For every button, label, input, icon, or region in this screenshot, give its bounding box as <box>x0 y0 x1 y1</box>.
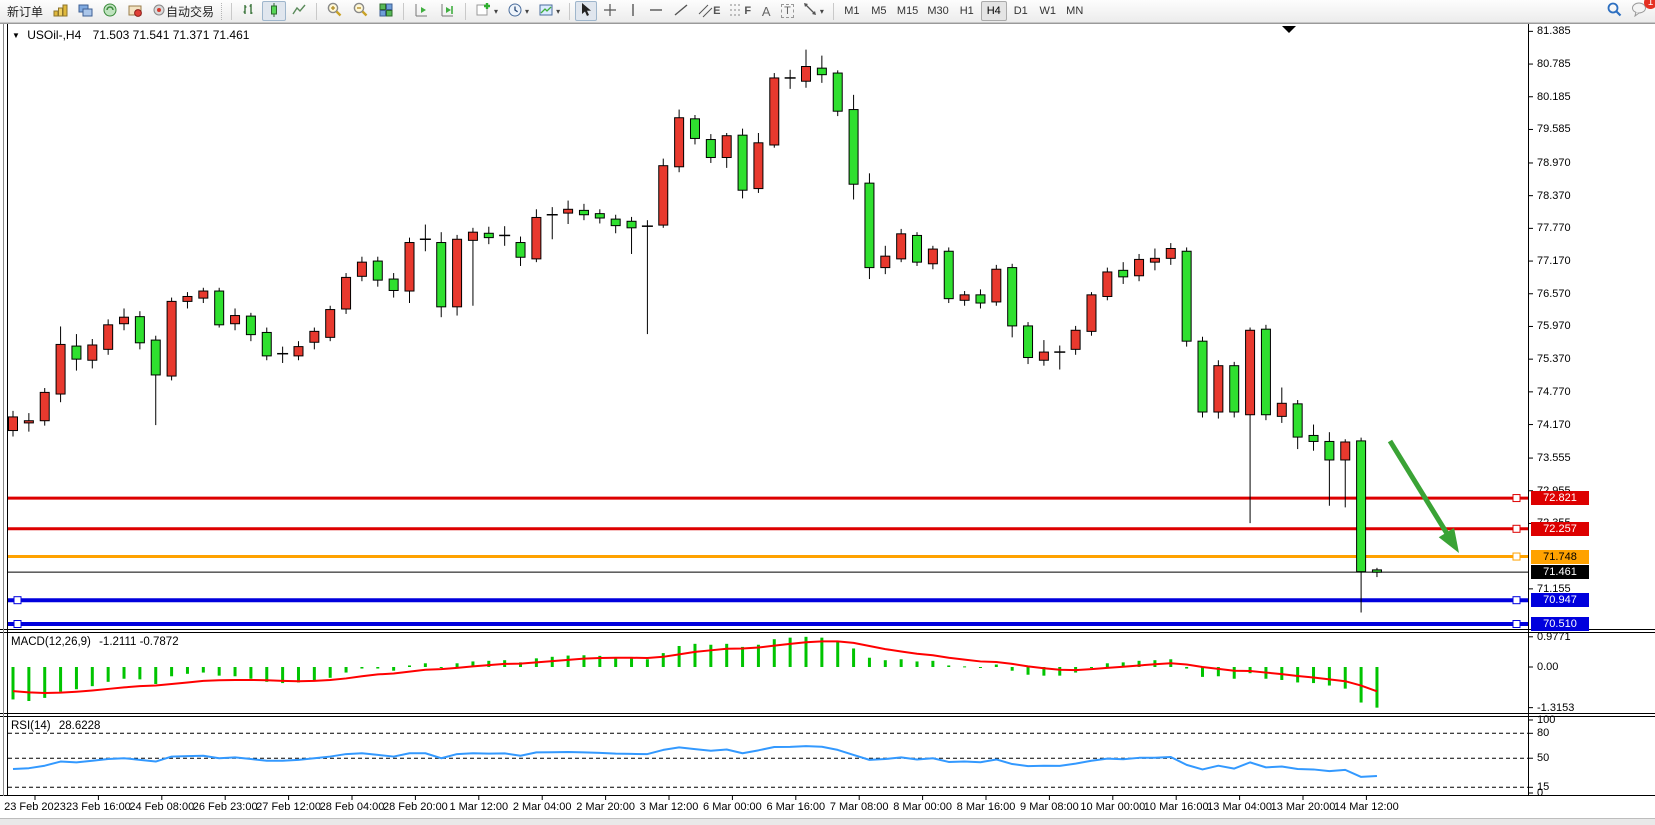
navigator-button[interactable] <box>98 1 122 21</box>
hline-handle[interactable] <box>1513 525 1520 532</box>
end-marker-icon <box>1282 26 1296 33</box>
timeframe-h1-button[interactable]: H1 <box>954 1 980 21</box>
chart-area[interactable] <box>0 23 1655 825</box>
trend-arrow[interactable] <box>1439 528 1459 553</box>
auto-scroll-button[interactable] <box>435 1 460 21</box>
text-button[interactable]: A <box>756 1 776 21</box>
timeframe-h4-button[interactable]: H4 <box>981 1 1007 21</box>
new-order-button[interactable]: 新订单 <box>3 1 47 21</box>
hline-handle[interactable] <box>1513 597 1520 604</box>
text-label-icon: T <box>781 4 794 18</box>
search-button[interactable] <box>1602 1 1627 21</box>
data-window-button[interactable] <box>73 1 97 21</box>
bar-chart-icon <box>241 2 257 21</box>
line-chart-icon <box>291 2 307 21</box>
terminal-icon <box>127 2 143 21</box>
indicators-icon <box>475 2 492 21</box>
chart-canvas[interactable] <box>0 0 1655 825</box>
channel-letter: E <box>713 5 720 17</box>
toolbar: 新订单 自动交易 <box>0 0 1655 23</box>
templates-button[interactable]: ▾ <box>534 1 564 21</box>
fibonacci-button[interactable]: F <box>725 1 755 21</box>
templates-icon <box>538 2 554 21</box>
periods-clock-icon <box>507 2 523 21</box>
trendline-icon <box>673 2 689 21</box>
templates-caret-icon: ▾ <box>556 7 560 16</box>
zoom-out-button[interactable] <box>348 1 373 21</box>
bar-chart-button[interactable] <box>237 1 261 21</box>
zoom-in-icon <box>326 1 343 21</box>
navigator-icon <box>102 2 118 21</box>
line-chart-button[interactable] <box>287 1 311 21</box>
cursor-icon <box>579 2 593 20</box>
tile-windows-button[interactable] <box>374 1 398 21</box>
candlestick-chart-button[interactable] <box>262 1 286 21</box>
crosshair-icon <box>602 2 618 21</box>
text-label-button[interactable]: T <box>777 1 798 21</box>
zoom-out-icon <box>352 1 369 21</box>
fibonacci-letter: F <box>744 5 751 17</box>
timeframe-mn-button[interactable]: MN <box>1062 1 1088 21</box>
auto-trading-button[interactable]: 自动交易 <box>148 1 218 21</box>
candlestick-chart-icon <box>266 2 282 21</box>
data-window-icon <box>77 2 93 21</box>
shapes-caret-icon: ▾ <box>820 7 824 16</box>
auto-trading-label: 自动交易 <box>166 3 214 20</box>
periods-button[interactable]: ▾ <box>503 1 533 21</box>
hline-handle[interactable] <box>1513 621 1520 628</box>
timeframe-d1-button[interactable]: D1 <box>1008 1 1034 21</box>
channel-button[interactable]: E <box>694 1 724 21</box>
market-watch-icon <box>52 2 68 21</box>
hline-handle[interactable] <box>1513 553 1520 560</box>
trendline-button[interactable] <box>669 1 693 21</box>
chart-shift-icon <box>413 2 430 21</box>
timeframe-m30-button[interactable]: M30 <box>923 1 952 21</box>
horizontal-line-button[interactable] <box>644 1 668 21</box>
status-strip <box>0 818 1655 825</box>
horizontal-line-icon <box>648 4 664 19</box>
auto-scroll-icon <box>439 2 456 21</box>
terminal-button[interactable] <box>123 1 147 21</box>
market-watch-button[interactable] <box>48 1 72 21</box>
hline-handle[interactable] <box>14 621 21 628</box>
auto-trading-icon <box>152 3 166 20</box>
tile-windows-icon <box>378 2 394 21</box>
cursor-button[interactable] <box>575 1 597 21</box>
hline-handle[interactable] <box>1513 495 1520 502</box>
mt4-window: 新订单 自动交易 <box>0 0 1655 825</box>
timeframe-m15-button[interactable]: M15 <box>893 1 922 21</box>
channel-icon <box>698 2 713 21</box>
indicators-caret-icon: ▾ <box>494 7 498 16</box>
shapes-button[interactable]: ▾ <box>799 1 828 21</box>
text-icon: A <box>762 4 771 19</box>
chart-shift-button[interactable] <box>409 1 434 21</box>
crosshair-button[interactable] <box>598 1 622 21</box>
shapes-icon <box>803 2 818 20</box>
vertical-line-icon <box>627 2 639 21</box>
vertical-line-button[interactable] <box>623 1 643 21</box>
new-order-label: 新订单 <box>7 3 43 20</box>
timeframe-m1-button[interactable]: M1 <box>839 1 865 21</box>
fibonacci-icon <box>729 2 744 21</box>
zoom-in-button[interactable] <box>322 1 347 21</box>
indicators-button[interactable]: ▾ <box>471 1 502 21</box>
timeframe-m5-button[interactable]: M5 <box>866 1 892 21</box>
hline-handle[interactable] <box>14 597 21 604</box>
search-icon <box>1606 1 1623 21</box>
timeframe-w1-button[interactable]: W1 <box>1035 1 1061 21</box>
periods-caret-icon: ▾ <box>525 7 529 16</box>
